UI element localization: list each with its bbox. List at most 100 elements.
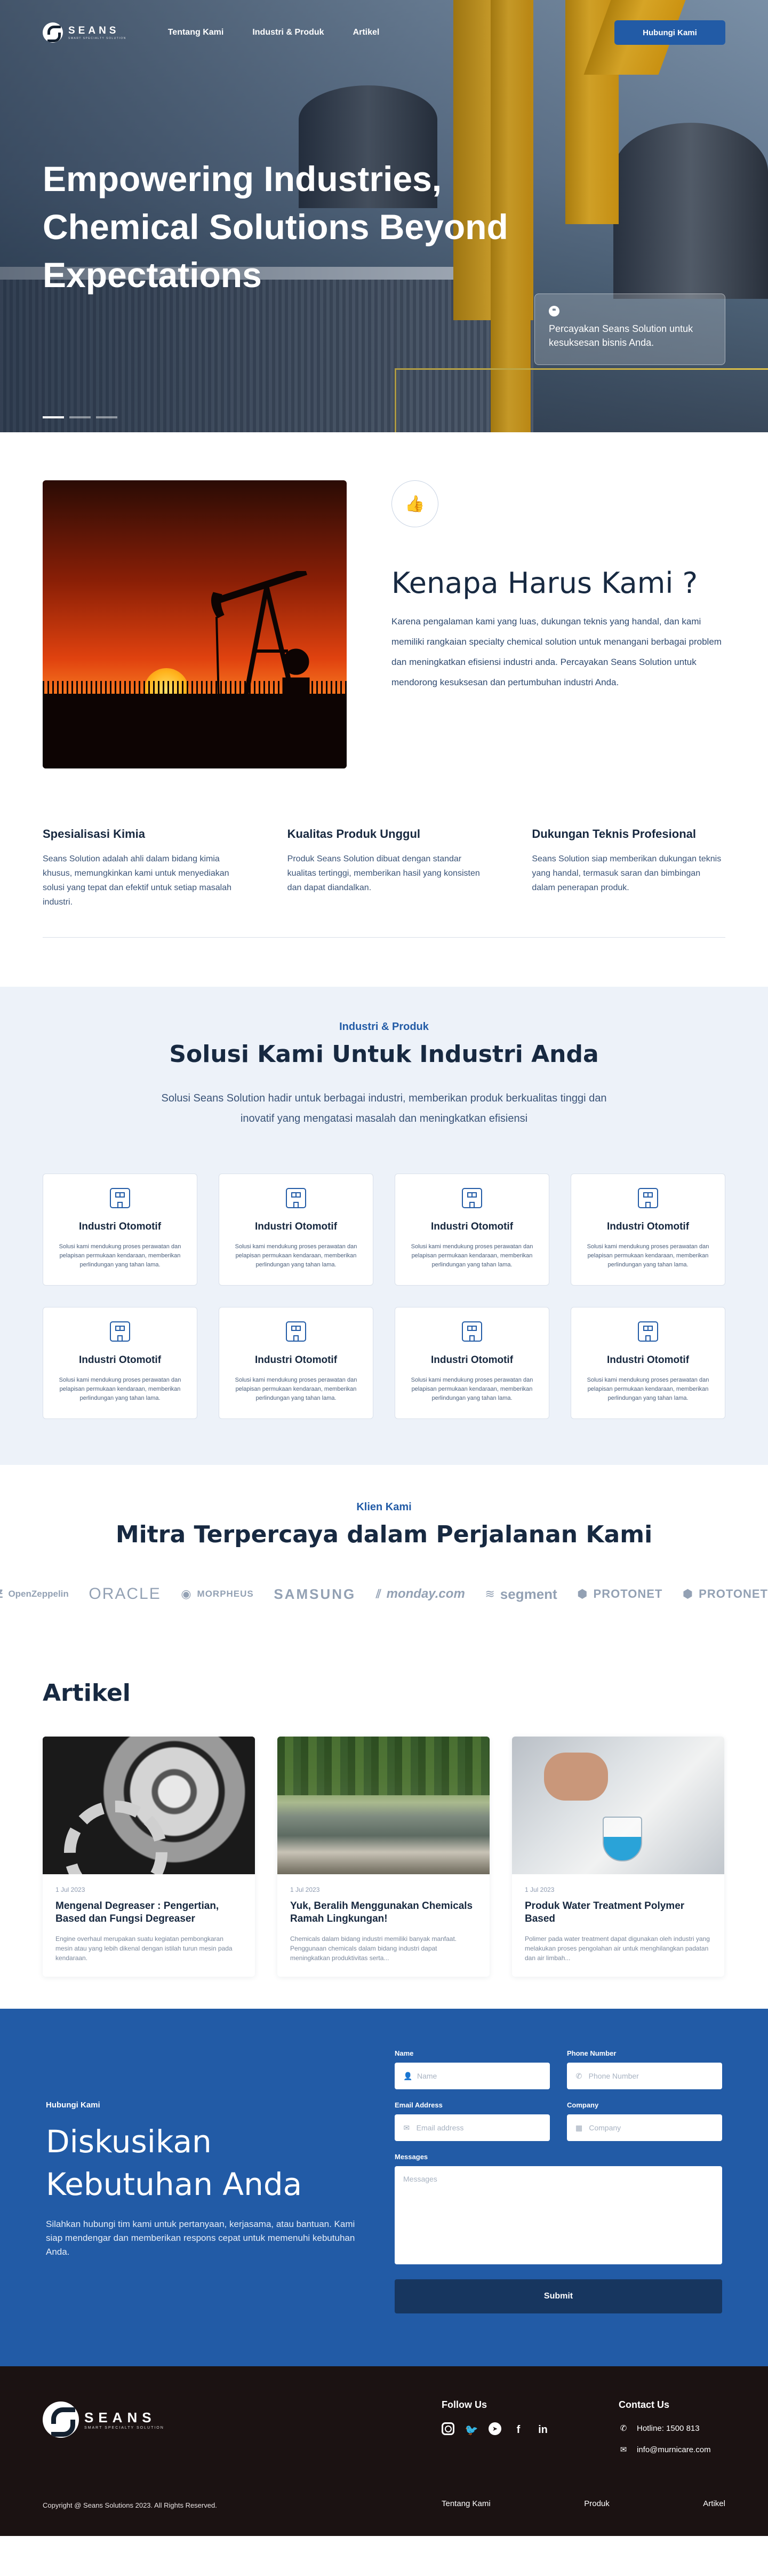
- industry-card[interactable]: Industri Otomotif Solusi kami mendukung …: [43, 1307, 197, 1419]
- client-logo-samsung: SAMSUNG: [274, 1586, 356, 1602]
- client-logo-protonet: ⬢ PROTONET: [577, 1587, 663, 1600]
- building-icon: [286, 1321, 306, 1342]
- nav-link-tentang-kami[interactable]: Tentang Kami: [168, 28, 224, 37]
- client-logos-strip: ƵOpenZeppelin ORACLE ◉MORPHEUS SAMSUNG ⫽…: [0, 1583, 768, 1605]
- industry-card-title: Industri Otomotif: [606, 1354, 690, 1366]
- email-label: Email Address: [395, 2101, 443, 2109]
- building-icon: [286, 1188, 306, 1208]
- article-card[interactable]: 1 Jul 2023 Produk Water Treatment Polyme…: [512, 1737, 724, 1977]
- site-footer: SEANS SMART SPECIALTY SOLUTION Follow Us…: [0, 2366, 768, 2536]
- industry-card[interactable]: Industri Otomotif Solusi kami mendukung …: [219, 1307, 373, 1419]
- pillar-title: Kualitas Produk Unggul: [287, 827, 421, 841]
- industry-card[interactable]: Industri Otomotif Solusi kami mendukung …: [395, 1307, 549, 1419]
- phone-icon: ✆: [620, 2424, 627, 2433]
- instagram-icon[interactable]: [442, 2422, 454, 2435]
- clients-title: Mitra Terpercaya dalam Perjalanan Kami: [115, 1521, 653, 1548]
- telegram-icon[interactable]: ➤: [489, 2422, 501, 2435]
- article-card[interactable]: 1 Jul 2023 Yuk, Beralih Menggunakan Chem…: [277, 1737, 490, 1977]
- articles-grid: 1 Jul 2023 Mengenal Degreaser : Pengerti…: [43, 1737, 725, 1977]
- pillar-item: Dukungan Teknis Profesional Seans Soluti…: [532, 827, 725, 909]
- messages-label: Messages: [395, 2153, 428, 2161]
- hero-slider-indicator: [43, 416, 117, 418]
- twitter-icon[interactable]: 🐦: [464, 2422, 479, 2437]
- submit-button[interactable]: Submit: [395, 2279, 722, 2313]
- facebook-icon[interactable]: f: [511, 2422, 526, 2437]
- company-field[interactable]: [589, 2123, 714, 2132]
- phone-icon: ✆: [575, 2071, 582, 2080]
- article-title[interactable]: Mengenal Degreaser : Pengertian, Based d…: [55, 1900, 242, 1925]
- copyright-text: Copyright @ Seans Solutions 2023. All Ri…: [43, 2501, 217, 2509]
- article-title[interactable]: Yuk, Beralih Menggunakan Chemicals Ramah…: [290, 1900, 477, 1925]
- slider-dot-1[interactable]: [43, 416, 64, 418]
- footer-brand-logo[interactable]: SEANS SMART SPECIALTY SOLUTION: [43, 2401, 164, 2438]
- brand-logo[interactable]: SEANS SMART SPECIALTY SOLUTION: [43, 22, 126, 43]
- building-icon: [462, 1188, 482, 1208]
- building-icon: [110, 1321, 130, 1342]
- client-logo-morpheus: ◉ MORPHEUS: [181, 1587, 254, 1600]
- pillar-text: Seans Solution siap memberikan dukungan …: [532, 854, 722, 892]
- pillar-title: Spesialisasi Kimia: [43, 827, 145, 841]
- quote-icon: ❝: [549, 306, 559, 316]
- building-icon: [462, 1321, 482, 1342]
- article-date: 1 Jul 2023: [525, 1886, 555, 1893]
- industry-card-title: Industri Otomotif: [430, 1354, 514, 1366]
- contact-description: Silahkan hubungi tim kami untuk pertanya…: [46, 2219, 355, 2257]
- messages-field[interactable]: [403, 2175, 714, 2255]
- company-label: Company: [567, 2101, 599, 2109]
- email-text[interactable]: info@murnicare.com: [637, 2445, 711, 2454]
- industry-card[interactable]: Industri Otomotif Solusi kami mendukung …: [571, 1174, 725, 1286]
- articles-section: Artikel 1 Jul 2023 Mengenal Degreaser : …: [0, 1605, 768, 2009]
- client-logo-openzeppelin: ƵOpenZeppelin: [0, 1587, 69, 1600]
- articles-title: Artikel: [43, 1679, 131, 1707]
- article-image-river: [277, 1737, 490, 1874]
- industry-card-text: Solusi kami mendukung proses perawatan d…: [59, 1377, 181, 1401]
- industry-card-text: Solusi kami mendukung proses perawatan d…: [587, 1377, 709, 1401]
- client-logo-oracle: ORACLE: [89, 1585, 161, 1603]
- nav-links: Tentang Kami Industri & Produk Artikel: [168, 28, 380, 37]
- email-field[interactable]: [416, 2123, 541, 2132]
- name-label: Name: [395, 2049, 414, 2057]
- name-field[interactable]: [417, 2072, 541, 2080]
- industry-card[interactable]: Industri Otomotif Solusi kami mendukung …: [571, 1307, 725, 1419]
- pillar-text: Seans Solution adalah ahli dalam bidang …: [43, 854, 231, 907]
- why-us-description: Karena pengalaman kami yang luas, dukung…: [391, 616, 722, 687]
- industry-card-title: Industri Otomotif: [430, 1221, 514, 1232]
- article-excerpt: Chemicals dalam bidang industri memiliki…: [290, 1935, 457, 1962]
- follow-us-title: Follow Us: [442, 2399, 487, 2410]
- building-icon: [638, 1321, 658, 1342]
- building-icon: [638, 1188, 658, 1208]
- slider-dot-2[interactable]: [69, 416, 91, 418]
- pillar-item: Spesialisasi Kimia Seans Solution adalah…: [43, 827, 236, 909]
- linkedin-icon[interactable]: in: [535, 2422, 550, 2437]
- industry-card[interactable]: Industri Otomotif Solusi kami mendukung …: [219, 1174, 373, 1286]
- hero-quote-card: ❝ Percayakan Seans Solution untuk kesuks…: [534, 294, 725, 365]
- article-card[interactable]: 1 Jul 2023 Mengenal Degreaser : Pengerti…: [43, 1737, 255, 1977]
- contact-eyebrow: Hubungi Kami: [46, 2101, 100, 2110]
- industry-card-title: Industri Otomotif: [254, 1221, 338, 1232]
- footer-brand-tagline: SMART SPECIALTY SOLUTION: [84, 2426, 164, 2430]
- nav-link-industri-produk[interactable]: Industri & Produk: [252, 28, 324, 37]
- pillar-item: Kualitas Produk Unggul Produk Seans Solu…: [287, 827, 481, 909]
- slider-dot-3[interactable]: [96, 416, 117, 418]
- nav-link-artikel[interactable]: Artikel: [353, 28, 380, 37]
- industry-card-text: Solusi kami mendukung proses perawatan d…: [235, 1243, 357, 1268]
- social-links: 🐦 ➤ f in: [442, 2422, 550, 2437]
- client-logo-monday: ⫽ monday.com: [375, 1587, 465, 1601]
- phone-field[interactable]: [588, 2072, 714, 2080]
- article-excerpt: Engine overhaul merupakan suatu kegiatan…: [55, 1935, 233, 1962]
- hero-section: SEANS SMART SPECIALTY SOLUTION Tentang K…: [0, 0, 768, 432]
- hotline-text[interactable]: Hotline: 1500 813: [637, 2424, 700, 2433]
- industry-card[interactable]: Industri Otomotif Solusi kami mendukung …: [395, 1174, 549, 1286]
- industry-card-title: Industri Otomotif: [254, 1354, 338, 1366]
- industry-card[interactable]: Industri Otomotif Solusi kami mendukung …: [43, 1174, 197, 1286]
- footer-link-produk[interactable]: Produk: [584, 2499, 610, 2508]
- contact-us-button[interactable]: Hubungi Kami: [614, 20, 725, 45]
- industry-card-text: Solusi kami mendukung proses perawatan d…: [59, 1243, 181, 1268]
- phone-label: Phone Number: [567, 2049, 617, 2057]
- footer-link-artikel[interactable]: Artikel: [703, 2499, 725, 2508]
- contact-section: Hubungi Kami Diskusikan Kebutuhan Anda S…: [0, 2009, 768, 2366]
- article-title[interactable]: Produk Water Treatment Polymer Based: [525, 1900, 711, 1925]
- mail-icon: ✉: [620, 2445, 627, 2454]
- footer-link-tentang-kami[interactable]: Tentang Kami: [442, 2499, 491, 2508]
- industry-card-text: Solusi kami mendukung proses perawatan d…: [411, 1243, 533, 1268]
